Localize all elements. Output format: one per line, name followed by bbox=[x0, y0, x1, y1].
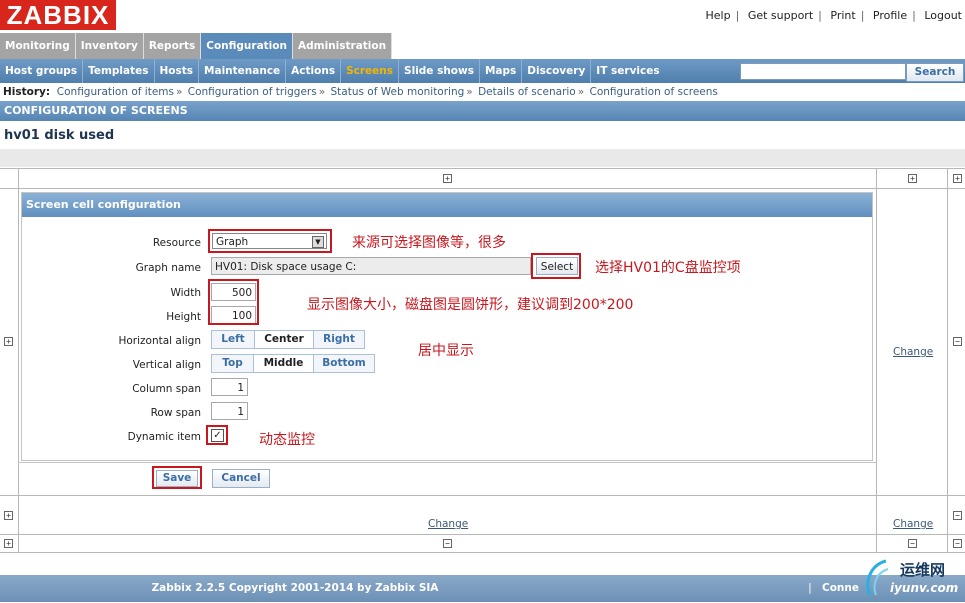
site-watermark: 运维网 iyunv.com bbox=[862, 555, 962, 600]
remove-column-icon[interactable]: − bbox=[953, 539, 962, 548]
submenu-slide-shows[interactable]: Slide shows bbox=[399, 59, 480, 83]
profile-link[interactable]: Profile bbox=[873, 9, 907, 22]
main-tabs: Monitoring Inventory Reports Configurati… bbox=[0, 33, 393, 59]
valign-segmented: Top Middle Bottom bbox=[211, 354, 375, 373]
change-link[interactable]: Change bbox=[428, 518, 468, 530]
section-header: CONFIGURATION OF SCREENS bbox=[0, 101, 965, 121]
highlight-save bbox=[152, 466, 202, 489]
valign-label: Vertical align bbox=[132, 359, 201, 371]
annotation-size: 显示图像大小，磁盘图是圆饼形，建议调到200*200 bbox=[307, 297, 634, 313]
history-item[interactable]: Status of Web monitoring bbox=[330, 86, 464, 98]
help-link[interactable]: Help bbox=[706, 9, 731, 22]
add-column-icon[interactable]: + bbox=[953, 174, 962, 183]
search-button[interactable]: Search bbox=[906, 63, 964, 82]
halign-center[interactable]: Center bbox=[254, 330, 314, 349]
dynamic-item-label: Dynamic item bbox=[127, 431, 201, 443]
tab-inventory[interactable]: Inventory bbox=[75, 33, 144, 59]
change-link[interactable]: Change bbox=[893, 518, 933, 530]
form-footer-divider bbox=[18, 462, 876, 463]
highlight-size bbox=[208, 279, 259, 325]
row-span-input[interactable]: 1 bbox=[211, 402, 248, 420]
submenu-it-services[interactable]: IT services bbox=[591, 59, 664, 83]
halign-label: Horizontal align bbox=[118, 335, 201, 347]
history-item[interactable]: Configuration of items bbox=[57, 86, 174, 98]
page-footer: Zabbix 2.2.5 Copyright 2001-2014 by Zabb… bbox=[0, 575, 965, 602]
tab-administration[interactable]: Administration bbox=[292, 33, 393, 59]
grid-line bbox=[0, 495, 965, 496]
copyright-text: Zabbix 2.2.5 Copyright 2001-2014 by Zabb… bbox=[151, 582, 439, 594]
submenu-maintenance[interactable]: Maintenance bbox=[199, 59, 287, 83]
history-label: History: bbox=[3, 86, 51, 98]
print-link[interactable]: Print bbox=[830, 9, 855, 22]
graph-name-field[interactable]: HV01: Disk space usage C: bbox=[211, 257, 531, 275]
history-breadcrumb: History: Configuration of items» Configu… bbox=[3, 86, 718, 98]
column-span-input[interactable]: 1 bbox=[211, 378, 248, 396]
annotation-resource: 来源可选择图像等，很多 bbox=[352, 235, 506, 251]
search-input[interactable] bbox=[740, 63, 906, 80]
valign-bottom[interactable]: Bottom bbox=[313, 354, 375, 373]
annotation-align: 居中显示 bbox=[418, 343, 474, 359]
footer-divider: | bbox=[808, 582, 812, 594]
remove-row-icon[interactable]: − bbox=[953, 337, 962, 346]
grid-line bbox=[947, 168, 948, 553]
tab-configuration[interactable]: Configuration bbox=[201, 33, 293, 59]
annotation-dynamic: 动态监控 bbox=[259, 432, 315, 448]
remove-row-icon[interactable]: − bbox=[953, 511, 962, 520]
history-item[interactable]: Configuration of triggers bbox=[188, 86, 317, 98]
submenu-templates[interactable]: Templates bbox=[83, 59, 155, 83]
remove-column-icon[interactable]: − bbox=[908, 539, 917, 548]
grid-line bbox=[0, 188, 965, 189]
halign-right[interactable]: Right bbox=[313, 330, 365, 349]
halign-left[interactable]: Left bbox=[211, 330, 255, 349]
submenu-discovery[interactable]: Discovery bbox=[522, 59, 592, 83]
sub-menu: Host groups Templates Hosts Maintenance … bbox=[0, 59, 965, 83]
watermark-text: 运维网 bbox=[900, 561, 946, 579]
top-links: Help | Get support | Print | Profile | Logou… bbox=[705, 9, 962, 22]
screen-title: hv01 disk used bbox=[4, 128, 115, 143]
column-span-label: Column span bbox=[132, 383, 201, 395]
add-row-icon[interactable]: + bbox=[4, 337, 13, 346]
grid-line bbox=[18, 168, 19, 553]
submenu-maps[interactable]: Maps bbox=[480, 59, 523, 83]
graph-name-label: Graph name bbox=[135, 262, 201, 274]
highlight-dynamic bbox=[206, 425, 228, 445]
watermark-domain: iyunv.com bbox=[890, 581, 959, 595]
tab-monitoring[interactable]: Monitoring bbox=[0, 33, 76, 59]
grid-line bbox=[0, 534, 965, 535]
history-item[interactable]: Configuration of screens bbox=[590, 86, 718, 98]
highlight-resource bbox=[208, 229, 332, 253]
tab-reports[interactable]: Reports bbox=[143, 33, 202, 59]
logout-link[interactable]: Logout bbox=[924, 9, 962, 22]
submenu-hosts[interactable]: Hosts bbox=[155, 59, 200, 83]
valign-top[interactable]: Top bbox=[211, 354, 254, 373]
submenu-actions[interactable]: Actions bbox=[286, 59, 342, 83]
cancel-button[interactable]: Cancel bbox=[212, 469, 270, 488]
row-span-label: Row span bbox=[150, 407, 201, 419]
remove-column-icon[interactable]: − bbox=[443, 539, 452, 548]
add-column-icon[interactable]: + bbox=[443, 174, 452, 183]
width-label: Width bbox=[170, 287, 201, 299]
connected-text: Conne bbox=[822, 582, 859, 594]
add-row-icon[interactable]: + bbox=[4, 511, 13, 520]
submenu-host-groups[interactable]: Host groups bbox=[0, 59, 84, 83]
history-item[interactable]: Details of scenario bbox=[478, 86, 576, 98]
grid-line bbox=[876, 168, 877, 553]
panel-title: Screen cell configuration bbox=[22, 193, 872, 217]
change-link[interactable]: Change bbox=[893, 346, 933, 358]
height-label: Height bbox=[166, 311, 201, 323]
grid-line bbox=[0, 168, 965, 169]
halign-segmented: Left Center Right bbox=[211, 330, 365, 349]
grid-line bbox=[0, 552, 965, 553]
zabbix-logo[interactable]: ZABBIX bbox=[0, 0, 116, 30]
highlight-select bbox=[531, 253, 581, 279]
get-support-link[interactable]: Get support bbox=[748, 9, 813, 22]
add-row-icon[interactable]: + bbox=[4, 539, 13, 548]
annotation-select: 选择HV01的C盘监控项 bbox=[595, 260, 741, 276]
separator-bar bbox=[0, 149, 965, 167]
submenu-screens[interactable]: Screens bbox=[341, 59, 400, 83]
add-column-icon[interactable]: + bbox=[908, 174, 917, 183]
valign-middle[interactable]: Middle bbox=[253, 354, 314, 373]
resource-label: Resource bbox=[152, 237, 201, 249]
